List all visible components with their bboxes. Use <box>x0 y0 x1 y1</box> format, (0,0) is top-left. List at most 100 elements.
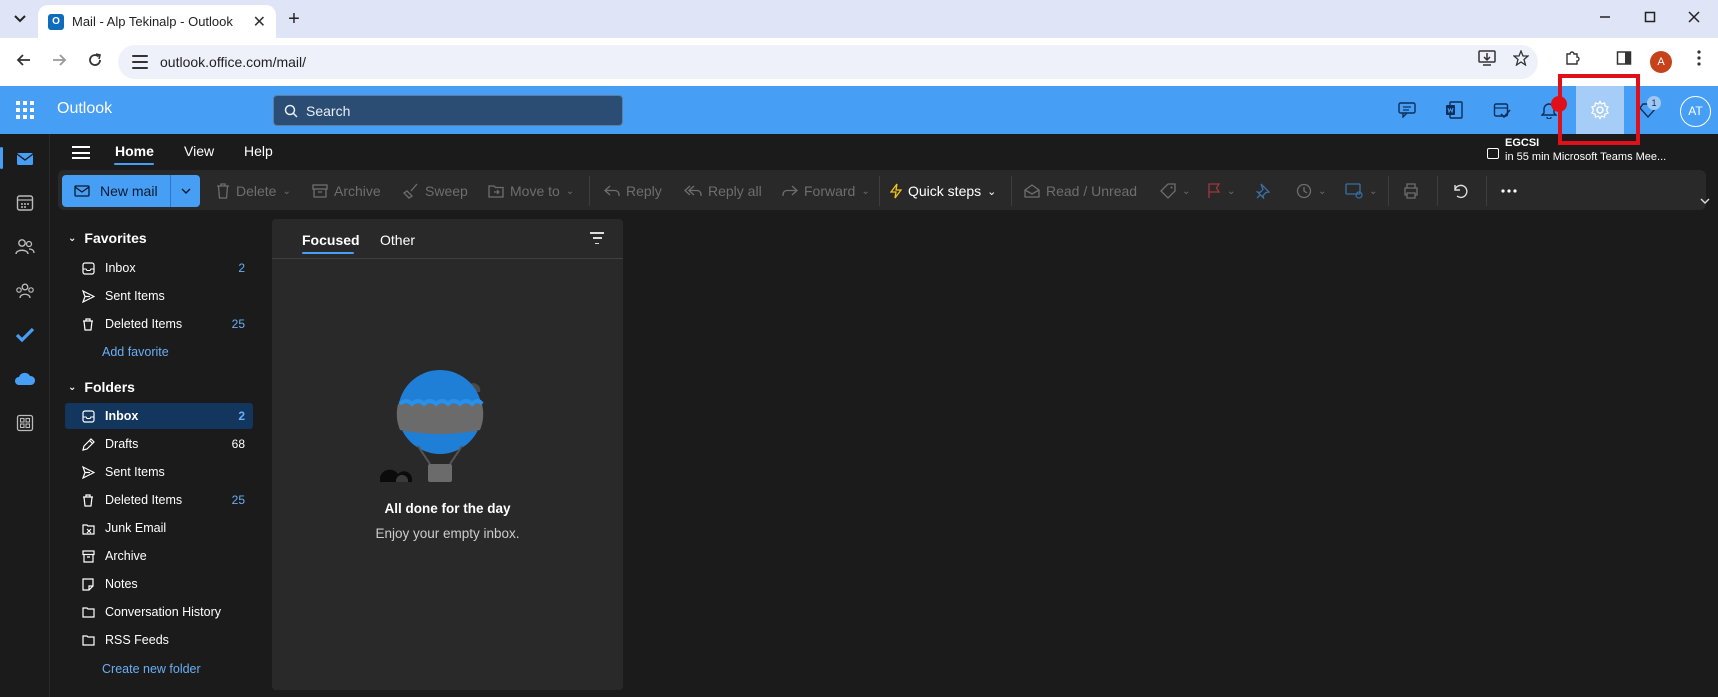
undo-button[interactable] <box>1453 180 1469 202</box>
favorite-item-sent[interactable]: Sent Items <box>65 283 253 309</box>
move-to-button[interactable]: Move to ⌄ <box>488 180 574 202</box>
search-input[interactable]: Search <box>273 95 623 126</box>
maximize-button[interactable] <box>1630 6 1670 32</box>
clock-icon <box>1296 183 1312 199</box>
flag-button[interactable]: ⌄ <box>1207 180 1235 202</box>
inbox-icon <box>81 409 95 423</box>
back-button[interactable] <box>12 50 36 74</box>
inbox-icon <box>81 261 95 275</box>
message-list-pane: Focused Other All done for the day Enjoy… <box>272 219 623 690</box>
folder-item-junk[interactable]: Junk Email <box>65 515 253 541</box>
app-launcher-icon[interactable] <box>16 101 34 119</box>
rail-active-indicator <box>0 147 3 169</box>
folder-item-archive[interactable]: Archive <box>65 543 253 569</box>
favorite-item-inbox[interactable]: Inbox 2 <box>65 255 253 281</box>
rail-people[interactable] <box>13 235 37 259</box>
nav-toggle-icon[interactable] <box>72 146 90 159</box>
unread-count: 2 <box>238 409 245 423</box>
ribbon-expand-button[interactable] <box>1700 193 1710 207</box>
browser-menu-button[interactable] <box>1687 50 1711 74</box>
trash-icon <box>217 183 229 199</box>
tab-view[interactable]: View <box>184 143 214 159</box>
folder-item-inbox[interactable]: Inbox 2 <box>65 403 253 429</box>
rail-onedrive[interactable] <box>13 367 37 391</box>
folder-item-notes[interactable]: Notes <box>65 571 253 597</box>
tab-search-button[interactable] <box>6 6 34 32</box>
folder-icon <box>81 605 95 619</box>
side-panel-button[interactable] <box>1612 50 1636 74</box>
create-folder-link[interactable]: Create new folder <box>102 662 201 676</box>
tab-help[interactable]: Help <box>244 143 273 159</box>
mail-icon <box>74 185 90 197</box>
extensions-button[interactable] <box>1560 50 1584 74</box>
site-settings-icon[interactable] <box>132 55 148 69</box>
quick-steps-button[interactable]: Quick steps ⌄ <box>890 180 996 202</box>
calendar-icon <box>1487 148 1499 159</box>
rules-button[interactable]: ⌄ <box>1345 180 1377 202</box>
teams-chat-button[interactable] <box>1395 98 1419 122</box>
forward-button[interactable] <box>47 50 71 74</box>
address-bar[interactable]: outlook.office.com/mail/ <box>118 45 1538 79</box>
todo-button[interactable] <box>1490 98 1514 122</box>
forward-mail-button[interactable]: Forward ⌄ <box>782 180 870 202</box>
reply-all-button[interactable]: Reply all <box>684 180 762 202</box>
word-icon <box>1446 101 1463 119</box>
folder-item-conversation-history[interactable]: Conversation History <box>65 599 253 625</box>
favorite-item-deleted[interactable]: Deleted Items 25 <box>65 311 253 337</box>
folder-label: Drafts <box>105 437 139 451</box>
meeting-reminder[interactable]: EGCSI in 55 min Microsoft Teams Mee... <box>1487 136 1666 164</box>
folder-item-deleted[interactable]: Deleted Items 25 <box>65 487 253 513</box>
new-mail-dropdown[interactable] <box>170 175 200 207</box>
chevron-down-icon <box>14 15 26 23</box>
print-button[interactable] <box>1403 180 1419 202</box>
folders-header[interactable]: ⌄ Folders <box>68 379 135 395</box>
folder-item-drafts[interactable]: Drafts 68 <box>65 431 253 457</box>
url-text: outlook.office.com/mail/ <box>160 54 307 70</box>
checkmark-icon <box>15 327 35 343</box>
reload-button[interactable] <box>83 50 107 74</box>
favorites-header[interactable]: ⌄ Favorites <box>68 230 147 246</box>
rail-calendar[interactable] <box>13 191 37 215</box>
bookmark-button[interactable] <box>1509 49 1533 74</box>
categorize-button[interactable]: ⌄ <box>1160 180 1190 202</box>
tab-other[interactable]: Other <box>380 232 415 248</box>
reply-button[interactable]: Reply <box>604 180 662 202</box>
tab-focused[interactable]: Focused <box>302 232 360 248</box>
maximize-icon <box>1644 11 1656 23</box>
rail-groups[interactable] <box>13 279 37 303</box>
folder-item-rss[interactable]: RSS Feeds <box>65 627 253 653</box>
pin-button[interactable] <box>1256 180 1270 202</box>
install-app-button[interactable] <box>1475 50 1499 74</box>
sweep-button[interactable]: Sweep <box>403 180 468 202</box>
more-options-button[interactable] <box>1501 180 1517 202</box>
snooze-button[interactable]: ⌄ <box>1296 180 1326 202</box>
tab-home[interactable]: Home <box>115 143 154 159</box>
rail-mail[interactable] <box>13 147 37 171</box>
new-mail-button[interactable]: New mail <box>62 175 200 207</box>
folder-label: Sent Items <box>105 465 165 479</box>
new-tab-button[interactable]: + <box>282 8 306 32</box>
archive-button[interactable]: Archive <box>312 180 381 202</box>
office-button[interactable] <box>1442 98 1466 122</box>
window-close-button[interactable] <box>1674 6 1714 32</box>
browser-tab[interactable]: O Mail - Alp Tekinalp - Outlook ✕ <box>38 5 276 38</box>
groups-icon <box>16 283 34 299</box>
folder-label: RSS Feeds <box>105 633 169 647</box>
chevron-down-icon: ⌄ <box>68 381 77 393</box>
apps-icon <box>16 414 34 432</box>
chevron-down-icon <box>181 188 190 194</box>
read-unread-button[interactable]: Read / Unread <box>1024 180 1137 202</box>
rail-more-apps[interactable] <box>13 411 37 435</box>
rail-todo[interactable] <box>13 323 37 347</box>
browser-profile-avatar[interactable]: A <box>1650 51 1672 73</box>
minimize-button[interactable] <box>1585 6 1625 32</box>
undo-icon <box>1454 184 1468 199</box>
folder-item-sent[interactable]: Sent Items <box>65 459 253 485</box>
account-avatar[interactable]: AT <box>1680 96 1711 127</box>
tab-close-icon[interactable]: ✕ <box>253 12 266 32</box>
item-count: 68 <box>231 437 245 451</box>
delete-button[interactable]: Delete ⌄ <box>216 180 291 202</box>
filter-icon[interactable] <box>590 232 604 244</box>
add-favorite-link[interactable]: Add favorite <box>102 345 169 359</box>
hot-air-balloon-illustration <box>380 370 484 482</box>
